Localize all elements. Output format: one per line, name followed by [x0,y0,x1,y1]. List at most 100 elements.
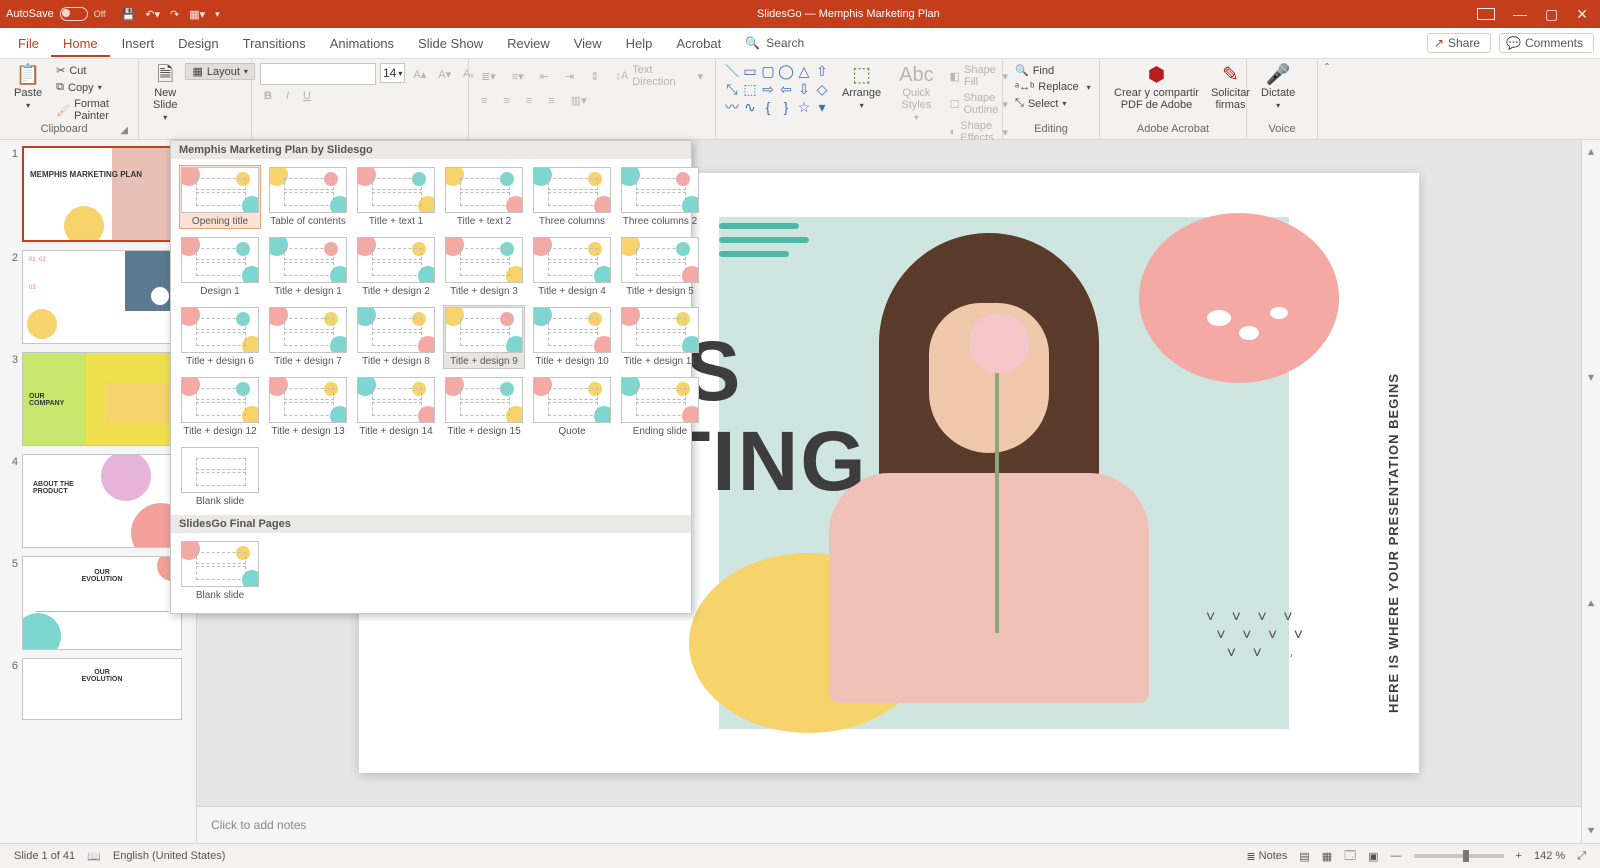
tab-home[interactable]: Home [51,30,110,57]
layout-option[interactable]: Title + design 10 [531,305,613,369]
reading-view-icon[interactable]: 🗔 [1338,847,1362,866]
align-center-icon[interactable]: ≡ [499,93,513,108]
layout-option[interactable]: Title + design 6 [179,305,261,369]
shape-diamond-icon[interactable]: ◇ [814,81,830,97]
thumbnail-slide-6[interactable]: OUREVOLUTION [22,658,182,720]
decrease-indent-icon[interactable]: ⇤ [536,63,553,89]
shape-arrow-up-icon[interactable]: ⇧ [814,63,830,79]
tab-acrobat[interactable]: Acrobat [664,30,733,57]
shape-curve-icon[interactable]: 〰 [724,99,740,115]
shape-triangle-icon[interactable]: △ [796,63,812,79]
sorter-view-icon[interactable]: ▦ [1316,850,1338,863]
present-from-start-icon[interactable]: ▦▾ [189,8,205,21]
layout-button[interactable]: ▦Layout▾ [185,63,254,80]
layout-option[interactable]: Opening title [179,165,261,229]
shape-brace-icon[interactable]: { [760,99,776,115]
numbering-icon[interactable]: ≡▾ [508,63,528,89]
layout-option[interactable]: Title + design 1 [267,235,349,299]
scroll-up-icon[interactable]: ▴ [1588,144,1594,158]
minimize-icon[interactable]: — [1513,6,1527,22]
thumbnail-slide-1[interactable]: MEMPHIS MARKETING PLAN [22,146,184,242]
normal-view-icon[interactable]: ▤ [1293,850,1315,863]
layout-option[interactable]: Title + design 8 [355,305,437,369]
fit-to-window-icon[interactable]: ⤢ [1571,850,1592,863]
thumbnail-slide-2[interactable]: 01 02 03 [22,250,182,344]
autosave-toggle[interactable] [60,7,88,21]
shape-line-icon[interactable]: ＼ [724,63,740,79]
shape-brace2-icon[interactable]: } [778,99,794,115]
bullets-icon[interactable]: ≣▾ [477,63,500,89]
language-status[interactable]: English (United States) [107,850,232,862]
layout-option[interactable]: Title + design 5 [619,235,701,299]
shape-freeform-icon[interactable]: ∿ [742,99,758,115]
save-icon[interactable]: 💾 [122,8,136,21]
underline-icon[interactable]: U [299,89,315,103]
next-slide-icon[interactable]: ⯆ [1586,824,1596,839]
justify-icon[interactable]: ≡ [544,93,558,108]
adobe-create-button[interactable]: ⬢Crear y compartir PDF de Adobe [1108,63,1205,113]
shapes-gallery[interactable]: ＼▭▢◯△⇧ ⤡⬚⇨⇦⇩◇ 〰∿{}☆▾ [724,63,830,115]
layout-option[interactable]: Title + design 2 [355,235,437,299]
layout-option[interactable]: Title + design 11 [619,305,701,369]
shape-fill-button[interactable]: ◧Shape Fill▾ [946,63,1012,89]
layout-option[interactable]: Blank slide [179,539,261,603]
slide-counter[interactable]: Slide 1 of 41 [8,850,81,862]
maximize-icon[interactable]: ▢ [1545,6,1558,23]
text-direction-button[interactable]: ↕AText Direction▾ [611,63,707,89]
shape-arrow-right-icon[interactable]: ⇨ [760,81,776,97]
decrease-font-icon[interactable]: A▾ [434,63,455,85]
replace-button[interactable]: ᵃ↔ᵇReplace▾ [1011,80,1095,94]
shape-arrow-down-icon[interactable]: ⇩ [796,81,812,97]
bold-icon[interactable]: B [260,89,276,103]
layout-option[interactable]: Title + design 13 [267,375,349,439]
layout-option[interactable]: Title + text 1 [355,165,437,229]
share-button[interactable]: ↗Share [1427,33,1491,53]
shape-text-icon[interactable]: ⬚ [742,81,758,97]
zoom-out-icon[interactable]: — [1385,850,1408,862]
qat-customize-icon[interactable]: ▾ [215,9,220,20]
increase-font-icon[interactable]: A▴ [409,63,430,85]
layout-option[interactable]: Table of contents [267,165,349,229]
layout-option[interactable]: Title + design 14 [355,375,437,439]
cut-button[interactable]: ✂Cut [52,63,130,78]
italic-icon[interactable]: I [282,89,293,103]
slide-thumbnails-panel[interactable]: 1 MEMPHIS MARKETING PLAN 2 01 02 03 [0,140,197,843]
redo-icon[interactable]: ↷ [170,8,179,21]
layout-option[interactable]: Blank slide [179,445,261,509]
layout-option[interactable]: Design 1 [179,235,261,299]
line-spacing-icon[interactable]: ⇕ [586,63,603,89]
layout-option[interactable]: Title + design 3 [443,235,525,299]
format-painter-button[interactable]: 🖌Format Painter [52,97,130,123]
align-left-icon[interactable]: ≡ [477,93,491,108]
shape-connector-icon[interactable]: ⤡ [724,81,740,97]
shape-rrect-icon[interactable]: ▢ [760,63,776,79]
font-size-input[interactable]: 14▾ [380,63,405,83]
shape-rect-icon[interactable]: ▭ [742,63,758,79]
dictate-button[interactable]: 🎤Dictate▾ [1255,63,1301,112]
thumbnail-slide-3[interactable]: OURCOMPANY [22,352,182,446]
tell-me-search[interactable]: 🔍 Search [745,36,804,50]
shape-oval-icon[interactable]: ◯ [778,63,794,79]
font-family-input[interactable] [260,63,376,85]
arrange-button[interactable]: ⬚Arrange▾ [836,63,887,112]
tab-design[interactable]: Design [166,30,230,57]
zoom-percent[interactable]: 142 % [1528,850,1571,862]
close-icon[interactable]: ✕ [1576,6,1588,23]
layout-option[interactable]: Title + text 2 [443,165,525,229]
layout-option[interactable]: Three columns 2 [619,165,701,229]
undo-icon[interactable]: ↶▾ [145,8,160,21]
clipboard-launcher-icon[interactable]: ◢ [120,125,130,136]
layout-option[interactable]: Three columns [531,165,613,229]
new-slide-button[interactable]: 🗎 New Slide ▾ [147,63,183,124]
thumbnail-slide-5[interactable]: OUREVOLUTION [22,556,182,650]
shape-outline-button[interactable]: ☐Shape Outline▾ [946,91,1012,117]
scroll-down-icon[interactable]: ▾ [1588,370,1594,384]
shape-arrow-left-icon[interactable]: ⇦ [778,81,794,97]
notes-toggle[interactable]: ≣ Notes [1240,850,1293,863]
zoom-slider[interactable] [1414,854,1504,858]
shape-more-icon[interactable]: ▾ [814,99,830,115]
notes-pane[interactable]: Click to add notes [197,806,1581,843]
tab-view[interactable]: View [562,30,614,57]
find-button[interactable]: 🔍Find [1011,63,1095,78]
slideshow-view-icon[interactable]: ▣ [1362,850,1384,863]
